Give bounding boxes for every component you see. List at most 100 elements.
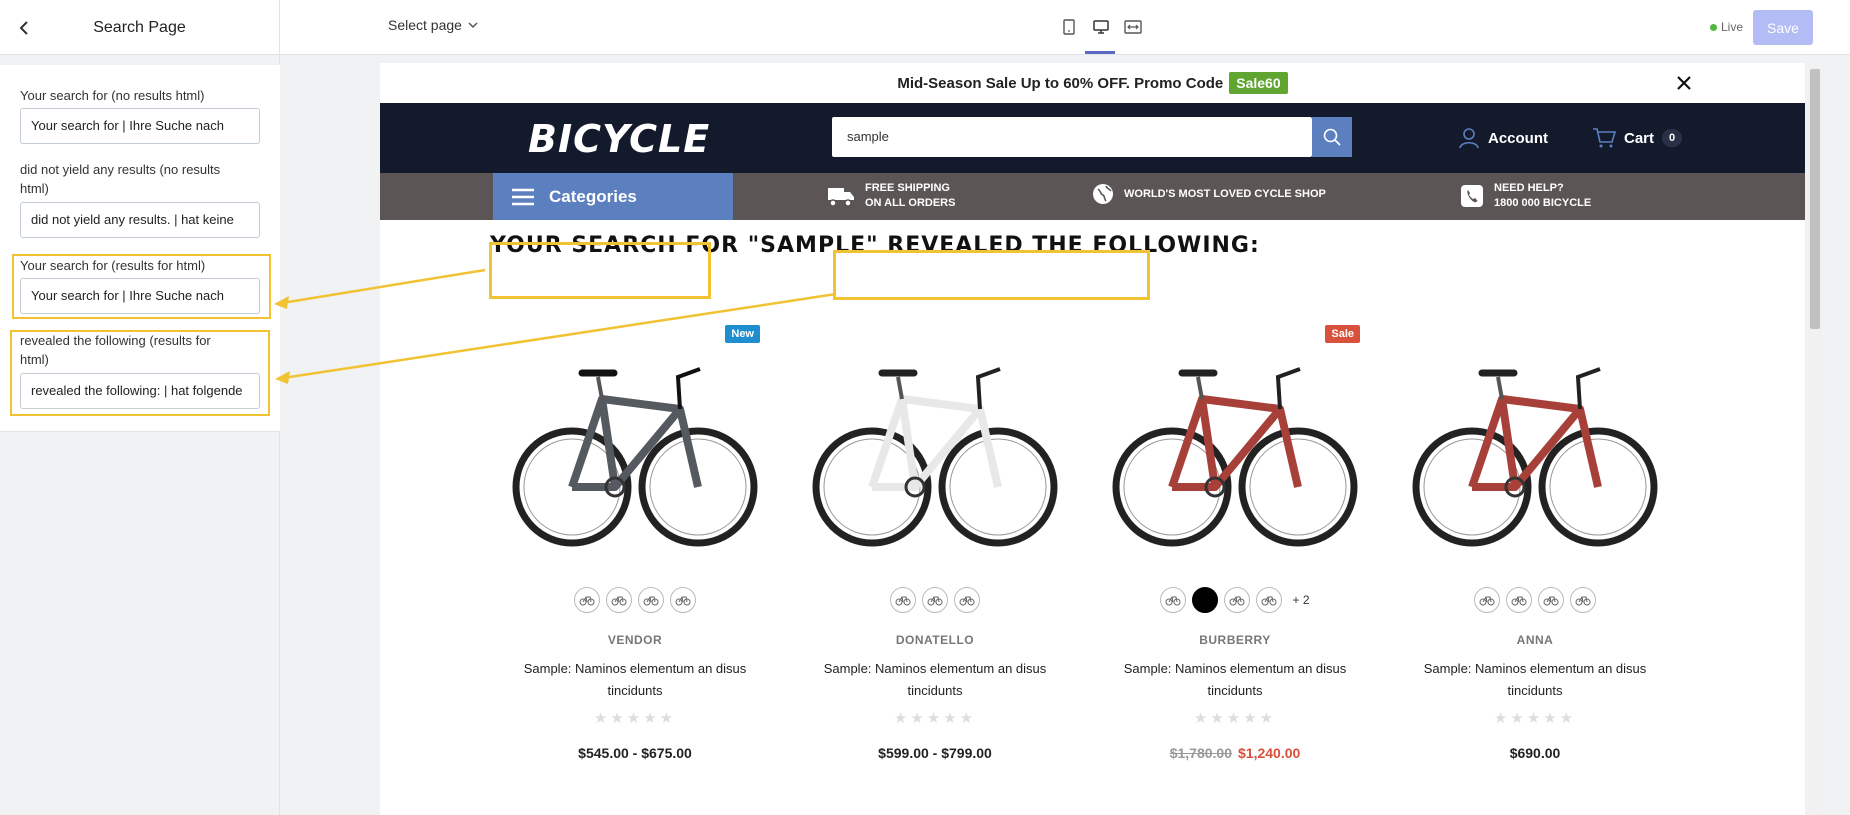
editor-topbar: Search Page Select page Live Save [0,0,1850,55]
product-card[interactable]: ANNA Sample: Naminos elementum an disus t… [1390,325,1680,815]
product-image[interactable] [810,337,1060,567]
rating-stars: ★★★★★ [593,710,677,727]
theme-editor: Search Page Select page Live Save Your s [0,0,1850,815]
setting-label-no-results-search: Your search for (no results html) [20,88,205,103]
setting-input-results-search[interactable]: Your search for | Ihre Suche nach [20,278,260,314]
store-search-button[interactable] [1312,117,1352,157]
swatch-option[interactable] [638,587,664,613]
chevron-left-icon [19,21,28,35]
search-icon [1323,128,1341,146]
swatch-option[interactable] [1538,587,1564,613]
live-status: Live [1710,20,1743,34]
sidebar-title: Search Page [93,18,186,36]
feature-need-help: NEED HELP? 1800 000 BICYCLE [1460,181,1591,211]
product-image[interactable] [510,337,760,567]
scrollbar-thumb[interactable] [1810,69,1820,329]
desktop-icon [1093,20,1109,34]
product-title[interactable]: Sample: Naminos elementum an disus tinci… [810,658,1060,702]
highlight-box-heading-search-for [489,242,711,299]
store-logo[interactable]: BICYCLE [528,117,710,161]
fullscreen-view-button[interactable] [1122,14,1144,40]
swatch-option[interactable] [1506,587,1532,613]
setting-input-no-results-search[interactable]: Your search for | Ihre Suche nach [20,108,260,144]
color-swatches [1390,587,1680,613]
account-label: Account [1488,129,1548,147]
swatch-option[interactable] [574,587,600,613]
product-card[interactable]: New VENDOR Sample: Naminos elementum an di… [490,325,780,815]
account-link[interactable]: Account [1458,127,1548,149]
product-title[interactable]: Sample: Naminos elementum an disus tinci… [1410,658,1660,702]
setting-input-results-revealed[interactable]: revealed the following: | hat folgende [20,373,260,409]
active-device-indicator [1085,51,1115,54]
close-icon [1677,76,1691,90]
preview-scrollbar[interactable] [1808,63,1822,815]
sidebar-header: Search Page [0,0,280,55]
swatch-option[interactable] [1160,587,1187,613]
swatch-option[interactable] [1224,587,1251,613]
categories-menu-button[interactable]: Categories [493,173,733,220]
desktop-view-button[interactable] [1090,14,1112,40]
product-vendor: DONATELLO [895,633,975,647]
swatch-option[interactable] [1570,587,1596,613]
product-image[interactable] [1410,337,1660,567]
product-title[interactable]: Sample: Naminos elementum an disus tinci… [510,658,760,702]
feature-line2: 1800 000 BICYCLE [1494,197,1592,209]
select-page-dropdown[interactable]: Select page [388,17,478,33]
bike-swatch-icon [959,596,975,606]
device-switcher [1058,14,1144,40]
bike-swatch-icon [1261,596,1277,606]
swatch-option[interactable] [1256,587,1283,613]
product-vendor: ANNA [1516,633,1554,647]
promo-close-button[interactable] [1673,72,1695,94]
compare-price: $1,780.00 [1169,745,1232,761]
search-page-settings: Your search for (no results html) Your s… [0,65,280,432]
bike-swatch-icon [895,596,911,606]
product-price: $1,780.00 $1,240.00 [1090,745,1380,761]
more-swatches-label[interactable]: + 2 [1292,593,1309,607]
current-price: $690.00 [1509,745,1561,761]
color-swatches: + 2 [1090,587,1380,613]
bike-swatch-icon [1543,596,1559,606]
cart-icon [1593,128,1616,148]
setting-input-no-results-yield[interactable]: did not yield any results. | hat keine [20,202,260,238]
swatch-option[interactable] [606,587,632,613]
mobile-view-button[interactable] [1058,14,1080,40]
bike-swatch-icon [927,596,943,606]
highlight-box-heading-revealed [833,250,1150,300]
swatch-option[interactable] [922,587,948,613]
bike-swatch-icon [1511,596,1527,606]
swatch-option[interactable] [890,587,916,613]
rating-stars: ★★★★★ [893,710,977,727]
swatch-option[interactable] [1474,587,1500,613]
store-search-input[interactable]: sample [832,117,1312,157]
chevron-down-icon [468,21,478,28]
current-price: $1,240.00 [1238,745,1301,761]
swatch-option[interactable] [954,587,980,613]
setting-label-results-search: Your search for (results for html) [20,258,206,273]
swatch-option[interactable] [670,587,696,613]
product-image[interactable] [1110,337,1360,567]
product-price: $545.00 - $675.00 [490,745,780,761]
categories-label: Categories [549,186,637,206]
back-button[interactable] [12,16,36,40]
product-price: $690.00 [1390,745,1680,761]
product-card[interactable]: Sale + 2 BURBERRY Sample: Naminos elementum… [1090,325,1380,815]
swatch-option[interactable] [1192,587,1219,613]
bike-swatch-icon [579,596,595,606]
product-vendor: BURBERRY [1199,633,1271,647]
cart-link[interactable]: Cart 0 [1592,127,1683,149]
product-price: $599.00 - $799.00 [790,745,1080,761]
storefront-preview: Mid-Season Sale Up to 60% OFF. Promo Cod… [380,63,1805,815]
phone-icon [1461,185,1483,207]
promo-bar: Mid-Season Sale Up to 60% OFF. Promo Cod… [380,63,1805,103]
product-title[interactable]: Sample: Naminos elementum an disus tinci… [1110,658,1360,702]
live-label: Live [1721,20,1744,34]
bike-swatch-icon [611,596,627,606]
hamburger-icon [512,188,534,205]
rating-stars: ★★★★★ [1493,710,1577,727]
save-button[interactable]: Save [1753,10,1813,45]
feature-line1: FREE SHIPPING [865,182,950,194]
cart-count-badge: 0 [1662,129,1683,147]
product-card[interactable]: DONATELLO Sample: Naminos elementum an di… [790,325,1080,815]
product-vendor: VENDOR [607,633,663,647]
